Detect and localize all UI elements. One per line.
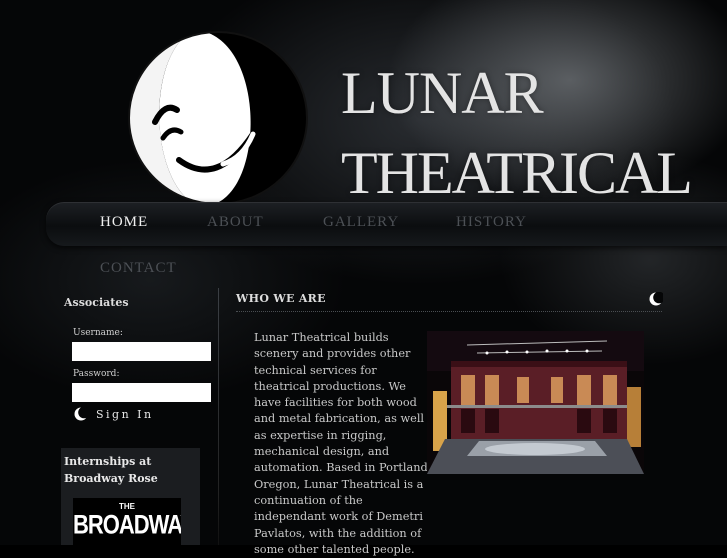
internships-title[interactable]: Internships at Broadway Rose xyxy=(64,453,194,487)
password-label: Password: xyxy=(73,369,120,379)
signin-button[interactable]: Sign In xyxy=(74,407,154,421)
nav-gallery[interactable]: GALLERY xyxy=(323,214,399,231)
broadway-logo-big: BROADWAY xyxy=(73,509,181,540)
moon-logo xyxy=(128,31,308,205)
nav-history[interactable]: HISTORY xyxy=(456,214,527,231)
nav-contact[interactable]: CONTACT xyxy=(100,260,177,277)
username-input[interactable] xyxy=(72,342,211,361)
heading-divider xyxy=(236,311,662,312)
signin-label: Sign In xyxy=(96,407,154,421)
username-label: Username: xyxy=(73,328,123,338)
site-title-line1: LUNAR xyxy=(341,60,544,126)
about-paragraph: Lunar Theatrical builds scenery and prov… xyxy=(254,331,432,556)
nav-about[interactable]: ABOUT xyxy=(207,214,264,231)
password-input[interactable] xyxy=(72,383,211,402)
crescent-moon-icon xyxy=(649,292,663,306)
column-divider xyxy=(218,288,219,545)
broadway-rose-logo[interactable]: THE BROADWAY xyxy=(73,498,181,545)
who-we-are-heading: WHO WE ARE xyxy=(236,292,326,305)
internships-box[interactable]: Internships at Broadway Rose THE BROADWA… xyxy=(61,448,200,545)
associates-heading: Associates xyxy=(64,296,129,309)
nav-home[interactable]: HOME xyxy=(100,214,148,231)
crescent-moon-icon xyxy=(74,407,88,421)
stage-set-photo xyxy=(427,331,644,474)
site-title-line2: THEATRICAL xyxy=(341,140,693,206)
